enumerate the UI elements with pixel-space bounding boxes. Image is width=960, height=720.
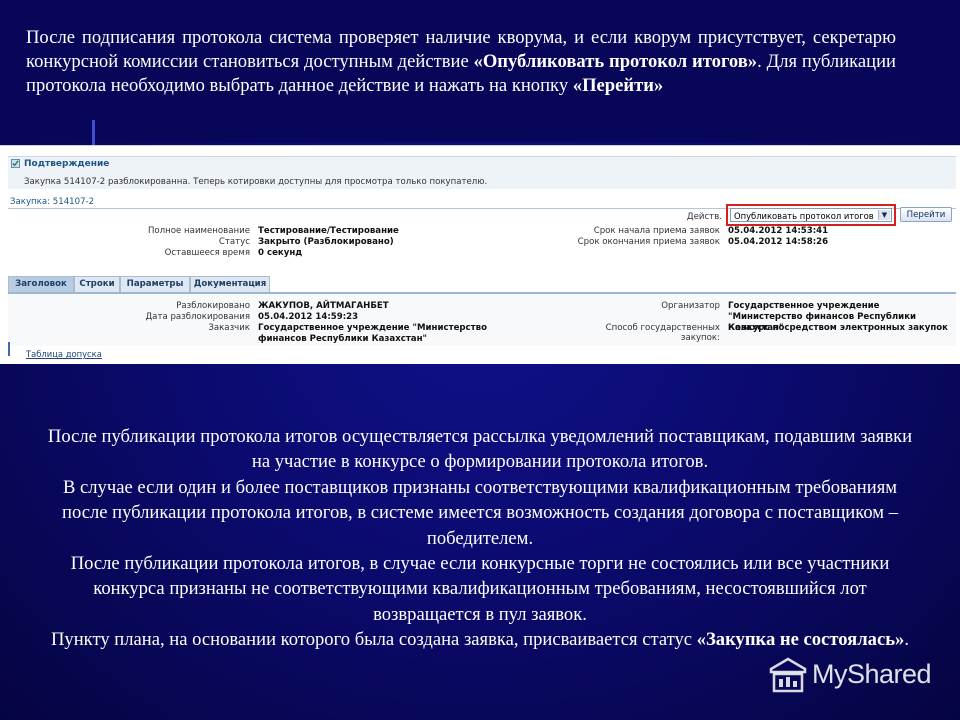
outro-line-2: В случае если один и более поставщиков п… (62, 476, 898, 549)
field-label-end-date: Срок окончания приема заявок (577, 237, 720, 247)
detail-label-procurement-method: Способ государственных закупок: (605, 323, 720, 343)
outro-status-bold: «Закупка не состоялась» (696, 629, 905, 651)
detail-label-unblocked-by: Разблокировано (176, 301, 250, 311)
field-value-start-date: 05.04.2012 14:53:41 (728, 226, 829, 236)
detail-value-unblocked-by: ЖАКУПОВ, АЙТМАГАНБЕТ (258, 301, 389, 311)
outro-line-4: Пункту плана, на основании которого была… (40, 627, 920, 652)
procurement-label: Закупка: 514107-2 (10, 197, 95, 207)
action-select-value: Опубликовать протокол итогов (734, 211, 874, 221)
field-value-status: Закрыто (Разблокировано) (258, 237, 394, 247)
system-screenshot: Подтверждение Закупка 514107-2 разблокир… (0, 145, 960, 364)
watermark-text: MyShared (812, 659, 932, 689)
field-value-end-date: 05.04.2012 14:58:26 (728, 237, 829, 247)
field-value-time-left: 0 секунд (258, 248, 303, 258)
field-label-start-date: Срок начала приема заявок (593, 226, 720, 236)
confirmation-bar: Подтверждение Закупка 514107-2 разблокир… (8, 156, 956, 189)
outro-paragraph: После публикации протокола итогов осущес… (40, 424, 920, 653)
watermark: MyShared (768, 657, 948, 693)
detail-label-unblock-date: Дата разблокирования (145, 312, 250, 322)
decorative-line (92, 120, 95, 148)
detail-value-unblock-date: 05.04.2012 14:59:23 (258, 312, 359, 322)
myshared-logo-icon (769, 657, 807, 693)
tab-header[interactable]: Заголовок (8, 276, 74, 292)
tab-documents[interactable]: Документация (190, 276, 270, 292)
field-label-full-name: Полное наименование (147, 226, 250, 236)
go-button[interactable]: Перейти (900, 207, 952, 222)
outro-line-1: После публикации протокола итогов осущес… (47, 426, 913, 473)
action-select[interactable]: Опубликовать протокол итогов ▼ (730, 208, 892, 222)
field-label-status: Статус (218, 237, 250, 247)
field-value-full-name: Тестирование/Тестирование (258, 226, 399, 236)
outro-line-3: После публикации протокола итогов, в слу… (70, 553, 890, 625)
tab-lines[interactable]: Строки (74, 276, 120, 292)
outro-line-4-text: Пункту плана, на основании которого была… (51, 629, 697, 651)
info-icon (11, 159, 20, 168)
intro-bold-action: «Опубликовать протокол итогов» (473, 51, 758, 72)
admission-table-link[interactable]: Таблица допуска (26, 349, 102, 359)
detail-label-organizer: Организатор (661, 301, 720, 311)
action-label: Действ. (686, 212, 722, 222)
field-label-time-left: Оставшееся время (164, 248, 250, 258)
chevron-down-icon[interactable]: ▼ (878, 210, 890, 220)
confirmation-message: Закупка 514107-2 разблокированна. Теперь… (24, 177, 488, 187)
confirmation-title: Подтверждение (24, 159, 110, 169)
detail-value-customer: Государственное учреждение "Министерство… (258, 323, 487, 344)
left-marker (8, 342, 10, 356)
tab-parameters[interactable]: Параметры (120, 276, 190, 292)
intro-paragraph: После подписания протокола система прове… (26, 26, 896, 98)
detail-value-procurement-method: Конкурс посредством электронных закупок (728, 323, 948, 333)
detail-label-customer: Заказчик (208, 323, 250, 333)
intro-bold-button: «Перейти» (572, 75, 664, 96)
outro-line-4-end: . (904, 629, 909, 651)
